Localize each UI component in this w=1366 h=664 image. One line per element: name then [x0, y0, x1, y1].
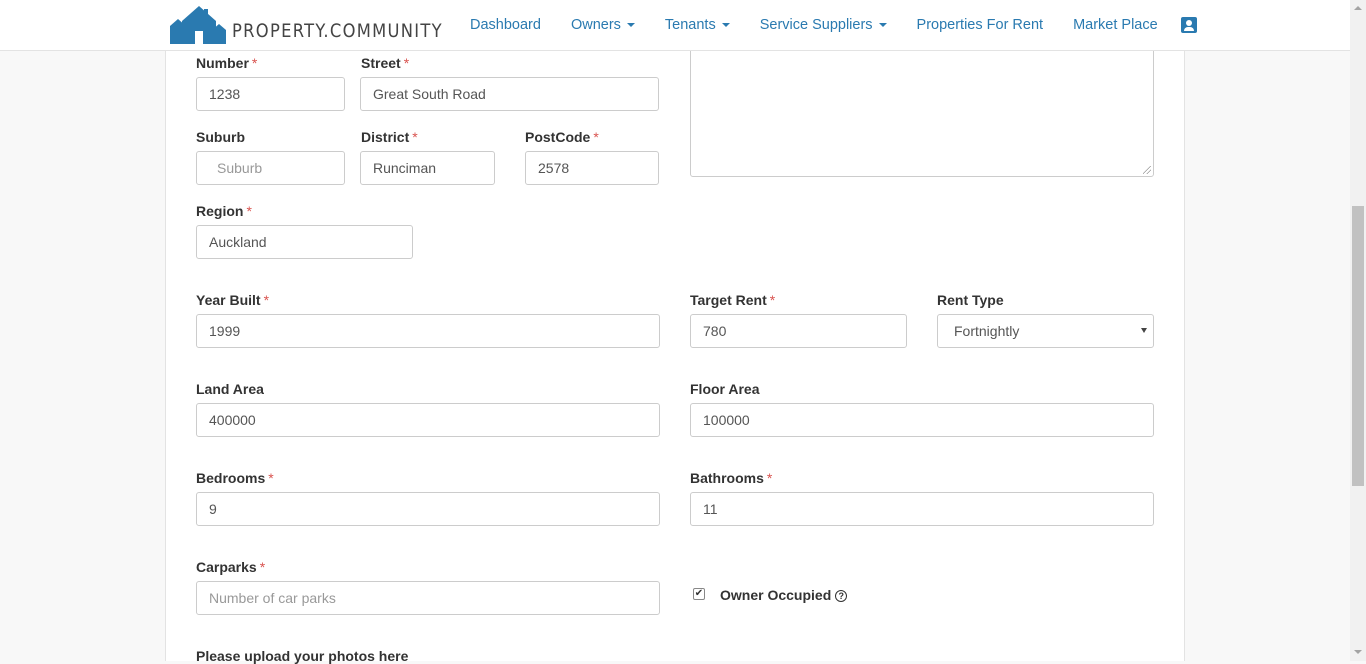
nav-label: Dashboard	[470, 17, 541, 33]
bedrooms-input[interactable]: 9	[196, 492, 660, 526]
required-marker: *	[268, 470, 274, 486]
nav-service-suppliers[interactable]: Service Suppliers	[745, 17, 902, 33]
dropdown-arrow-icon	[1141, 328, 1147, 333]
district-label: District *	[361, 129, 418, 145]
rent-type-select[interactable]: Fortnightly	[937, 314, 1154, 348]
land-area-input[interactable]: 400000	[196, 403, 660, 437]
street-label: Street *	[361, 55, 410, 71]
house-logo-icon	[170, 6, 226, 44]
target-rent-input[interactable]: 780	[690, 314, 907, 348]
bathrooms-input[interactable]: 11	[690, 492, 1154, 526]
required-marker: *	[259, 559, 266, 575]
nav-label: Owners	[570, 17, 621, 33]
nav-tenants[interactable]: Tenants	[650, 17, 745, 33]
nav-properties-for-rent[interactable]: Properties For Rent	[902, 17, 1059, 33]
region-input[interactable]: Auckland	[196, 225, 413, 259]
land-area-label: Land Area	[196, 381, 264, 397]
resize-handle-icon[interactable]	[1143, 166, 1151, 174]
region-label: Region *	[196, 203, 252, 219]
scrollbar-thumb[interactable]	[1352, 206, 1364, 486]
page-scrollbar[interactable]	[1350, 0, 1366, 661]
street-input[interactable]: Great South Road	[360, 77, 659, 111]
nav-label: Market Place	[1073, 17, 1158, 33]
brand-logo[interactable]: PROPERTY.COMMUNITY	[168, 4, 477, 44]
postcode-label: PostCode *	[525, 129, 599, 145]
nav-owners[interactable]: Owners	[556, 17, 650, 33]
required-marker: *	[593, 129, 599, 145]
target-rent-label: Target Rent *	[690, 292, 776, 308]
caret-down-icon	[626, 23, 635, 27]
bathrooms-label: Bathrooms *	[690, 470, 773, 486]
year-built-input[interactable]: 1999	[196, 314, 660, 348]
suburb-label: Suburb	[196, 129, 245, 145]
number-input[interactable]: 1238	[196, 77, 345, 111]
user-profile-icon[interactable]	[1180, 17, 1197, 33]
nav-label: Tenants	[664, 17, 716, 33]
nav-dashboard[interactable]: Dashboard	[455, 17, 556, 33]
owner-occupied-checkbox[interactable]: ✔	[693, 588, 705, 600]
main-nav: Dashboard Owners Tenants Service Supplie…	[455, 0, 1197, 50]
suburb-input[interactable]: Suburb	[196, 151, 345, 185]
help-icon[interactable]: ?	[835, 590, 848, 602]
brand-name: PROPERTY.COMMUNITY	[232, 20, 443, 42]
bedrooms-label: Bedrooms *	[196, 470, 274, 486]
rent-type-value: Fortnightly	[954, 323, 1020, 339]
scroll-down-arrow-icon[interactable]	[1350, 644, 1366, 661]
carparks-input[interactable]: Number of car parks	[196, 581, 660, 615]
nav-label: Properties For Rent	[916, 17, 1044, 33]
district-input[interactable]: Runciman	[360, 151, 495, 185]
caret-down-icon	[721, 23, 730, 27]
required-marker: *	[263, 292, 270, 308]
floor-area-input[interactable]: 100000	[690, 403, 1154, 437]
nav-label: Service Suppliers	[759, 17, 873, 33]
upload-photos-heading: Please upload your photos here	[196, 648, 409, 664]
description-textarea[interactable]	[690, 40, 1154, 177]
carparks-label: Carparks *	[196, 559, 266, 575]
year-built-label: Year Built *	[196, 292, 270, 308]
top-navbar: PROPERTY.COMMUNITY Dashboard Owners Tena…	[0, 0, 1350, 51]
required-marker: *	[769, 292, 776, 308]
floor-area-label: Floor Area	[690, 381, 760, 397]
required-marker: *	[403, 55, 410, 71]
caret-down-icon	[878, 23, 887, 27]
owner-occupied-label: Owner Occupied?	[720, 587, 848, 603]
postcode-input[interactable]: 2578	[525, 151, 659, 185]
required-marker: *	[412, 129, 418, 145]
required-marker: *	[246, 203, 252, 219]
rent-type-label: Rent Type	[937, 292, 1004, 308]
required-marker: *	[251, 55, 258, 71]
number-label: Number *	[196, 55, 258, 71]
nav-market-place[interactable]: Market Place	[1058, 17, 1173, 33]
required-marker: *	[766, 470, 773, 486]
scroll-up-arrow-icon[interactable]	[1350, 0, 1366, 17]
